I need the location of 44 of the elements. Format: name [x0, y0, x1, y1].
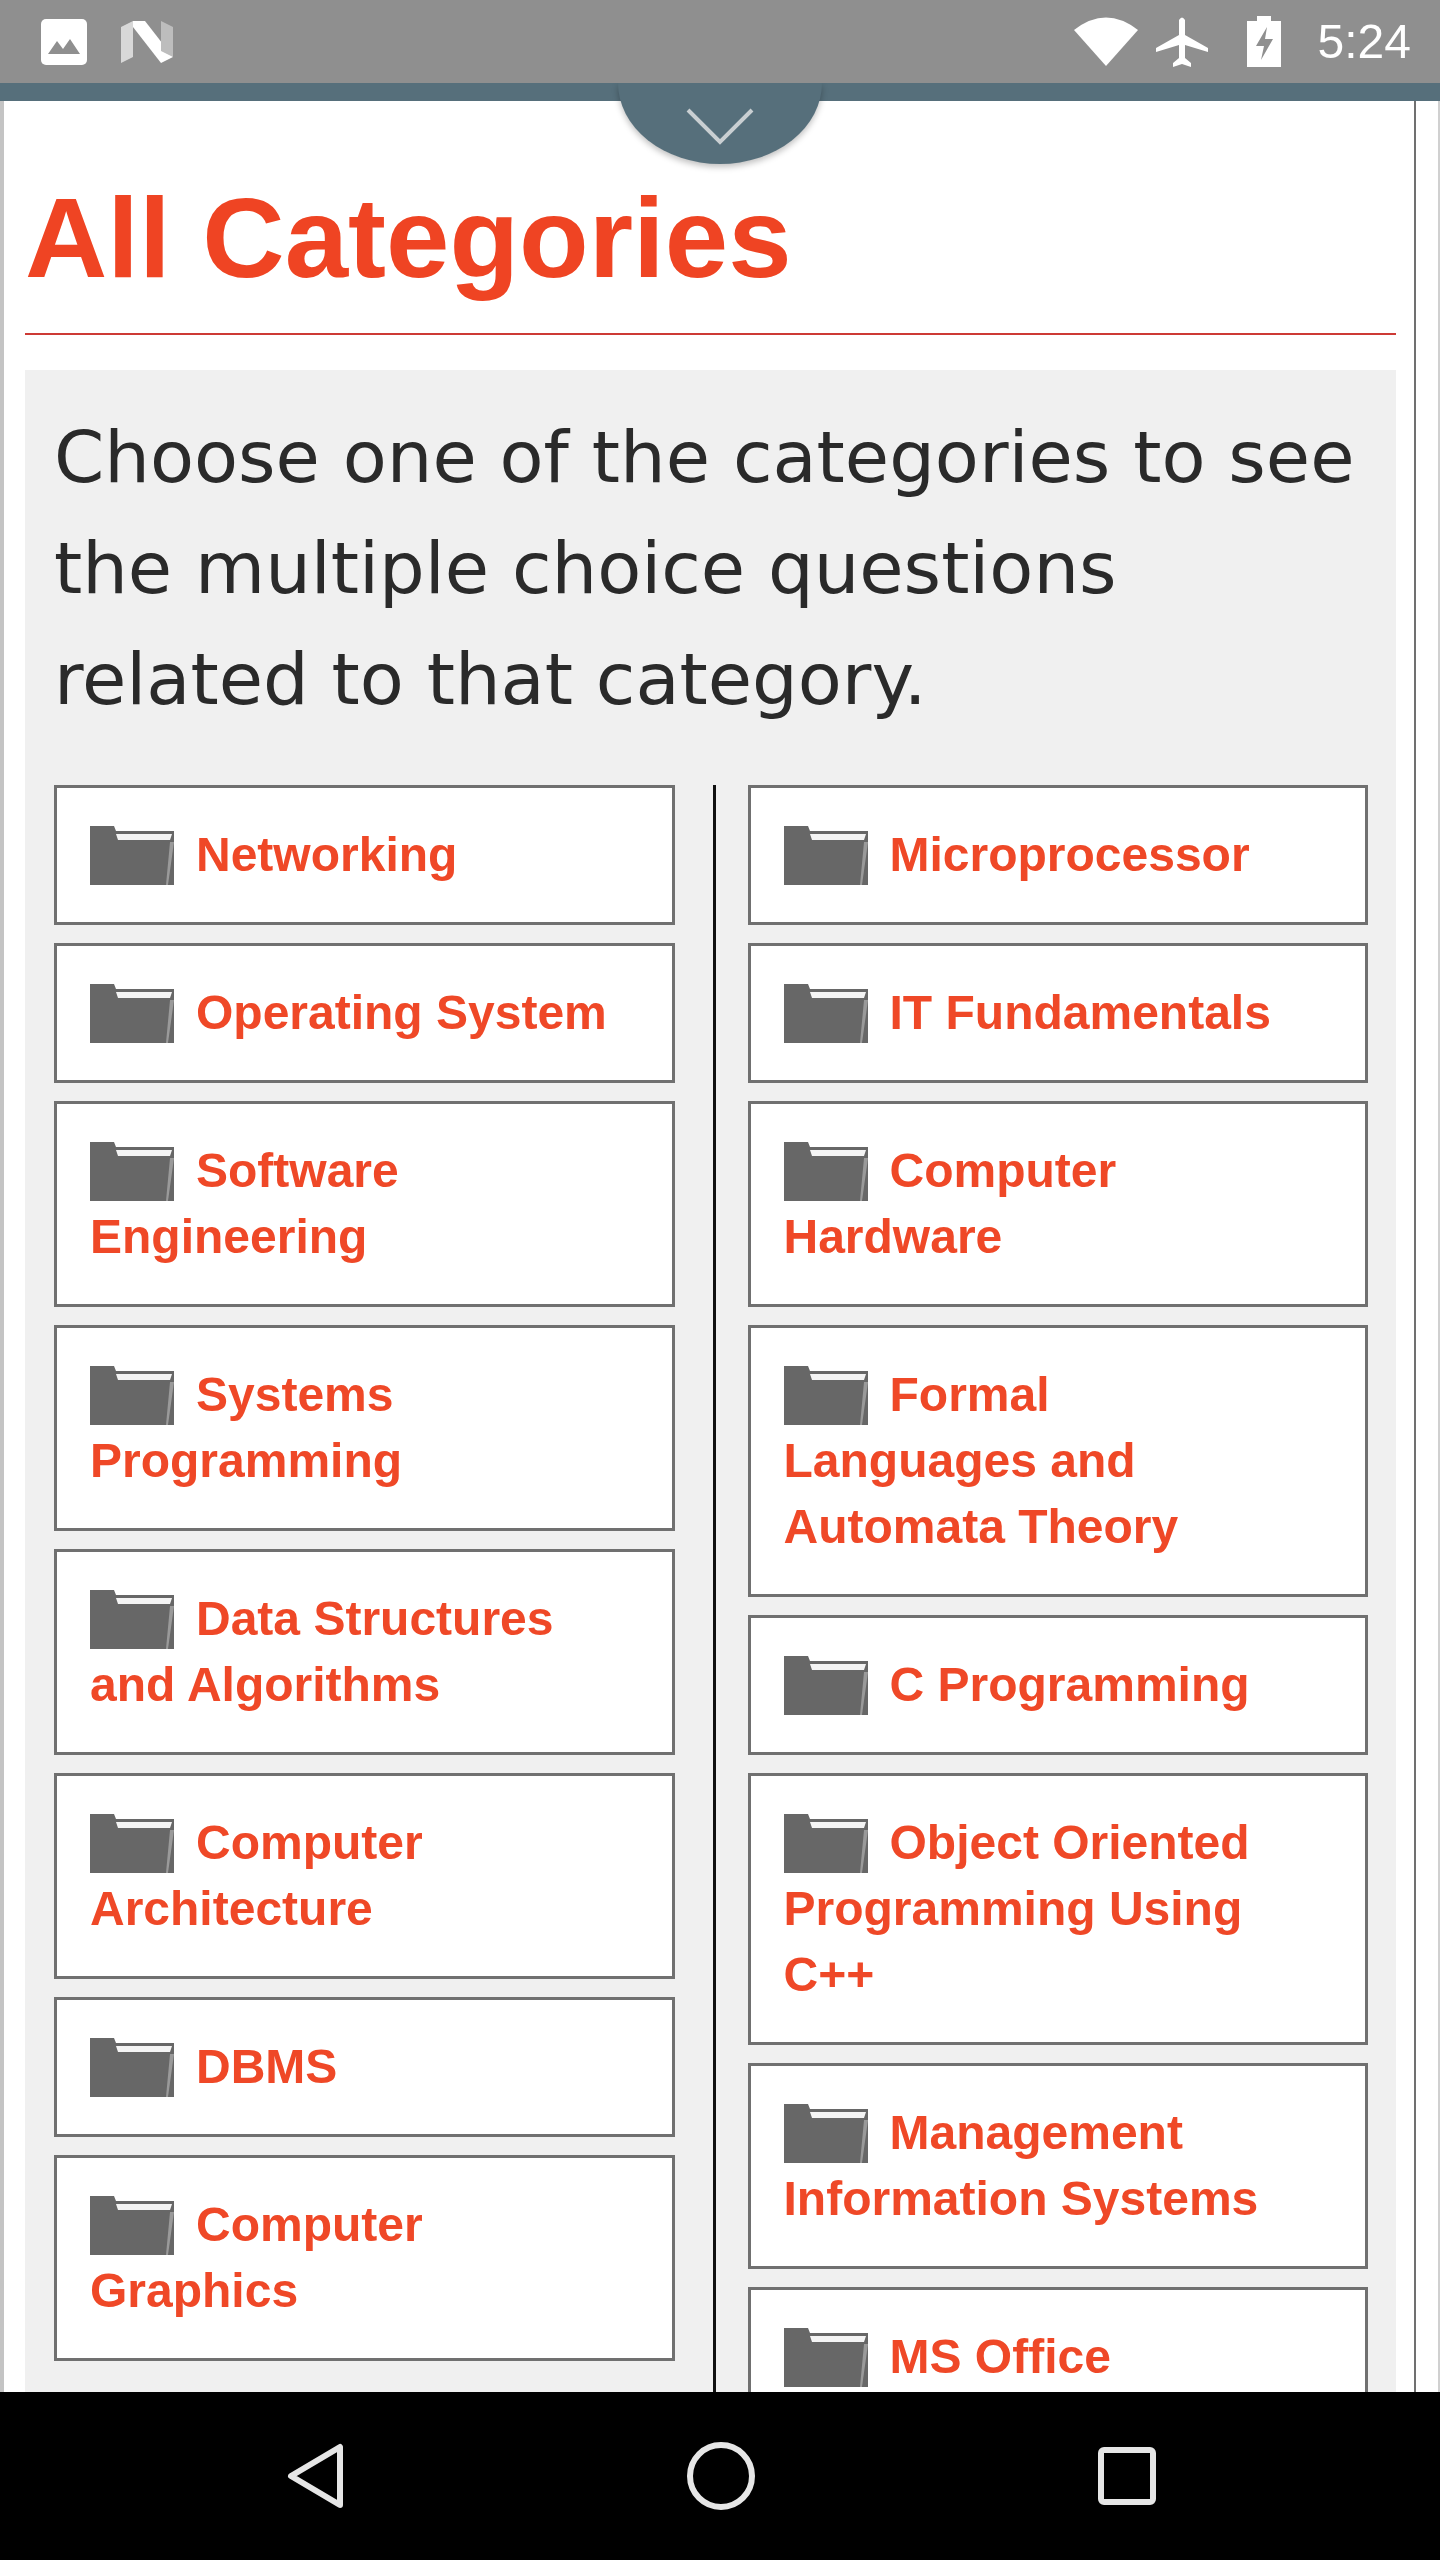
- category-link[interactable]: MS Office: [747, 2287, 1368, 2392]
- folder-icon: [783, 2104, 868, 2163]
- logo-icon: [121, 20, 173, 63]
- category-link[interactable]: Data Structures and Algorithms: [54, 1549, 675, 1755]
- category-link[interactable]: C Programming: [747, 1615, 1368, 1755]
- folder-icon: [90, 2196, 174, 2255]
- folder-icon: [90, 984, 174, 1043]
- clock-time: 5:24: [1317, 17, 1411, 66]
- back-icon[interactable]: [287, 2443, 345, 2509]
- folder-icon: [90, 1590, 174, 1649]
- recents-icon[interactable]: [1098, 2447, 1156, 2505]
- category-link[interactable]: Software Engineering: [54, 1101, 675, 1307]
- folder-icon: [783, 1366, 868, 1425]
- folder-icon: [90, 1142, 174, 1201]
- airplane-icon: [1155, 16, 1208, 67]
- folder-icon: [90, 1366, 174, 1425]
- folder-icon: [90, 1814, 174, 1873]
- home-icon[interactable]: [687, 2442, 755, 2510]
- category-link[interactable]: Systems Programming: [54, 1325, 675, 1531]
- folder-icon: [783, 826, 868, 885]
- category-link[interactable]: Management Information Systems: [747, 2063, 1368, 2269]
- category-link[interactable]: DBMS: [54, 1997, 675, 2137]
- category-link[interactable]: Microprocessor: [747, 785, 1368, 925]
- category-link[interactable]: Operating System: [54, 943, 675, 1083]
- image-icon: [41, 18, 87, 65]
- folder-icon: [783, 1656, 868, 1715]
- folder-icon: [783, 1814, 868, 1873]
- intro-text: Choose one of the categories to see the multiple choice questions related to that category.: [54, 414, 1356, 723]
- folder-icon: [783, 1142, 868, 1201]
- category-link[interactable]: Computer Architecture: [54, 1773, 675, 1979]
- category-link[interactable]: IT Fundamentals: [747, 943, 1368, 1083]
- chevron-down-icon: [686, 107, 754, 146]
- folder-icon: [90, 2038, 174, 2097]
- folder-icon: [783, 2328, 868, 2387]
- page-title: All Categories: [25, 173, 792, 303]
- battery-charging-icon: [1246, 16, 1281, 67]
- category-link[interactable]: Networking: [54, 785, 675, 925]
- category-link[interactable]: Formal Languages and Automata Theory: [747, 1325, 1368, 1597]
- folder-icon: [90, 826, 174, 885]
- category-link[interactable]: Computer Graphics: [54, 2155, 675, 2361]
- category-link[interactable]: Computer Hardware: [747, 1101, 1368, 1307]
- folder-icon: [783, 984, 868, 1043]
- category-link[interactable]: Object Oriented Programming Using C++: [747, 1773, 1368, 2045]
- wifi-icon: [1073, 17, 1138, 66]
